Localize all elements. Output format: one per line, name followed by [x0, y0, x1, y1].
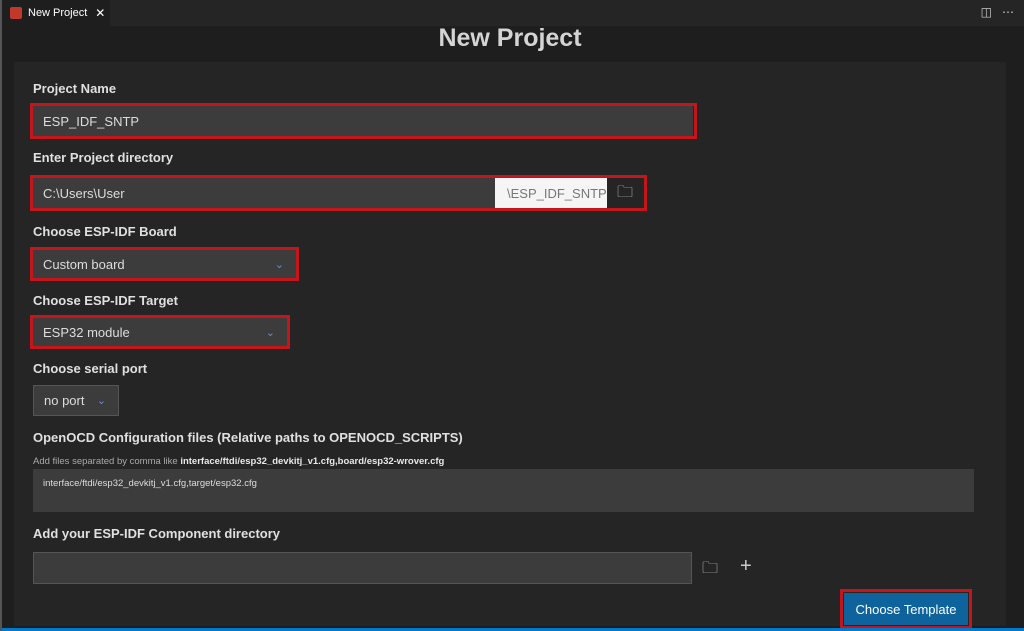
- plus-icon[interactable]: +: [740, 555, 752, 578]
- folder-icon[interactable]: 🗀: [702, 557, 718, 584]
- tab-bar: New Project ✕ ◫ ⋯: [2, 0, 1024, 26]
- hint-text: Add files separated by comma like: [33, 456, 181, 467]
- serial-value: no port: [44, 393, 85, 408]
- component-label: Add your ESP-IDF Component directory: [33, 526, 281, 541]
- highlight: [30, 175, 647, 211]
- more-actions-icon[interactable]: ⋯: [1002, 5, 1014, 19]
- page-title: New Project: [438, 24, 582, 52]
- close-icon[interactable]: ✕: [95, 6, 105, 20]
- directory-label: Enter Project directory: [33, 150, 174, 165]
- tab-title: New Project: [28, 7, 88, 19]
- highlight: [30, 315, 290, 349]
- board-label: Choose ESP-IDF Board: [33, 224, 177, 239]
- project-name-label: Project Name: [33, 81, 117, 96]
- component-input[interactable]: [33, 552, 692, 584]
- tab-new-project[interactable]: New Project ✕: [2, 0, 110, 26]
- openocd-hint: Add files separated by comma like interf…: [33, 456, 444, 467]
- serial-label: Choose serial port: [33, 361, 148, 376]
- esp-idf-logo-icon: [10, 7, 22, 19]
- hint-example: interface/ftdi/esp32_devkitj_v1.cfg,boar…: [180, 456, 445, 467]
- split-editor-icon[interactable]: ◫: [981, 5, 992, 19]
- serial-port-select[interactable]: no port ⌄: [33, 385, 119, 416]
- target-label: Choose ESP-IDF Target: [33, 293, 178, 308]
- highlight: [30, 247, 299, 281]
- openocd-label: OpenOCD Configuration files (Relative pa…: [33, 430, 463, 445]
- highlight: [30, 103, 697, 139]
- chevron-down-icon: ⌄: [96, 395, 106, 407]
- highlight: [840, 589, 972, 629]
- openocd-textarea[interactable]: interface/ftdi/esp32_devkitj_v1.cfg,targ…: [33, 469, 974, 512]
